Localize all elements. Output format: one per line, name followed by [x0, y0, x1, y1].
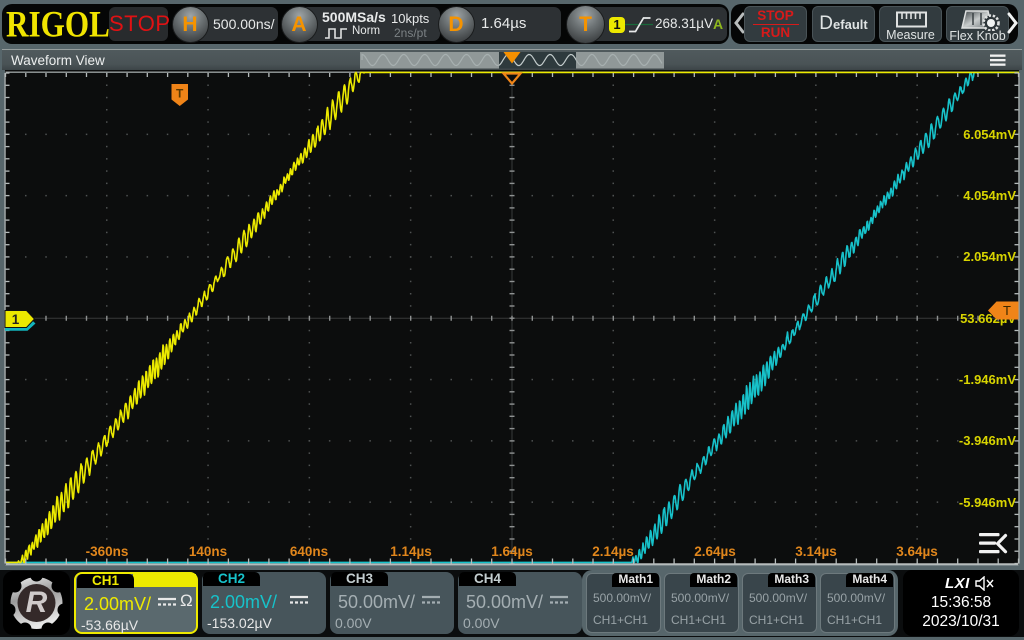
svg-text:6.054mV: 6.054mV	[963, 127, 1016, 142]
svg-text:R: R	[26, 586, 48, 619]
svg-text:2.054mV: 2.054mV	[963, 249, 1016, 264]
svg-text:2.14µs: 2.14µs	[592, 544, 634, 559]
svg-text:4.054mV: 4.054mV	[963, 188, 1016, 203]
svg-text:1.64µs: 1.64µs	[491, 544, 533, 559]
svg-text:1.14µs: 1.14µs	[390, 544, 432, 559]
svg-text:T: T	[1003, 303, 1011, 318]
svg-text:3.64µs: 3.64µs	[896, 544, 938, 559]
svg-text:-3.946mV: -3.946mV	[959, 433, 1016, 448]
svg-text:3.14µs: 3.14µs	[795, 544, 837, 559]
svg-text:-1.946mV: -1.946mV	[959, 372, 1016, 387]
svg-text:640ns: 640ns	[290, 544, 328, 559]
svg-text:T: T	[176, 87, 184, 101]
svg-text:2.64µs: 2.64µs	[694, 544, 736, 559]
svg-text:1: 1	[12, 312, 20, 327]
svg-text:-5.946mV: -5.946mV	[959, 495, 1016, 510]
svg-text:140ns: 140ns	[189, 544, 227, 559]
svg-text:-360ns: -360ns	[86, 544, 129, 559]
